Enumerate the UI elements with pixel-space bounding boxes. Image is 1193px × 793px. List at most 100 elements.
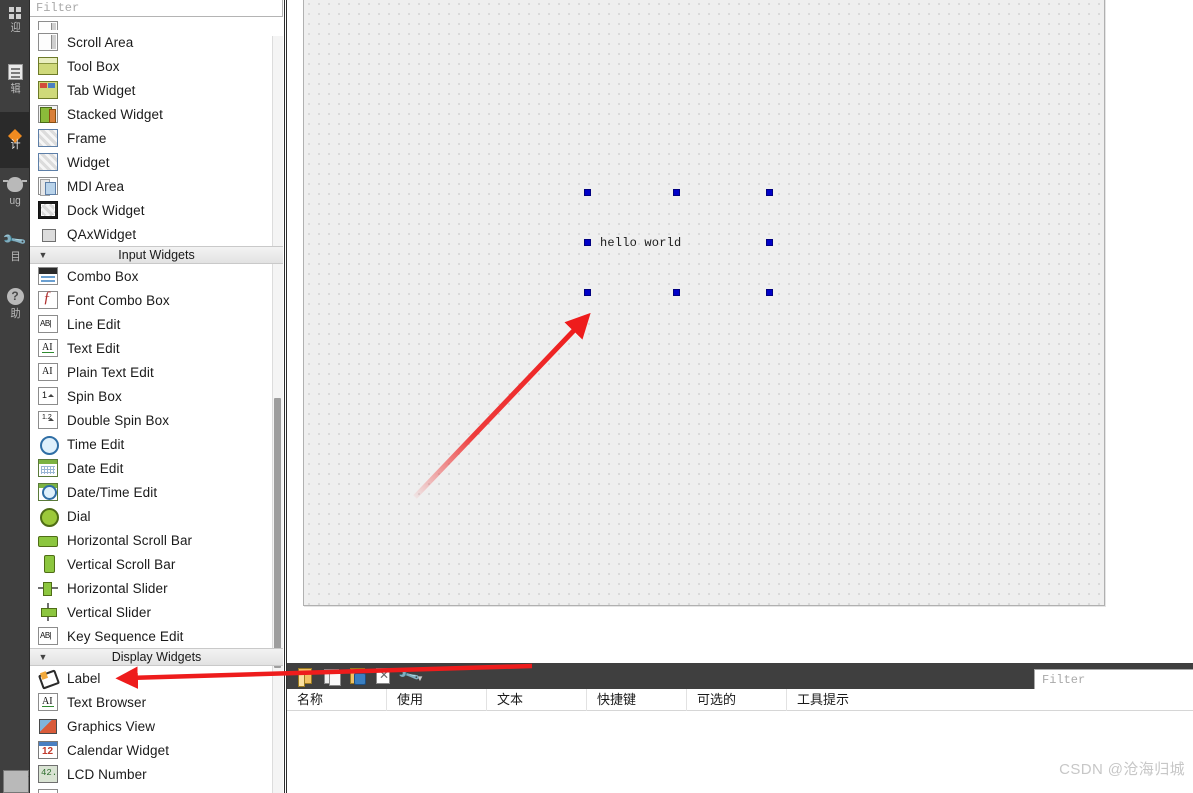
widget-box-item-tab-widget[interactable]: Tab Widget xyxy=(30,78,283,102)
selection-handle-bottom-right[interactable] xyxy=(766,289,773,296)
calendar-widget-icon xyxy=(38,741,58,759)
horizontal-slider-icon xyxy=(38,579,58,597)
widget-box-item-font-combo-box[interactable]: Font Combo Box xyxy=(30,288,283,312)
widget-box-item-label: Text Browser xyxy=(67,694,147,710)
mode-button-help[interactable]: ? 助 xyxy=(0,280,30,336)
widget-box-item-qaxwidget[interactable]: QAxWidget xyxy=(30,222,283,246)
help-icon: ? xyxy=(6,288,24,305)
widget-box-item-scroll-area[interactable]: Scroll Area xyxy=(30,30,283,54)
selection-handle-top-right[interactable] xyxy=(766,189,773,196)
column-header-tooltip[interactable]: 工具提示 xyxy=(787,689,1037,711)
widget-box-item-widget[interactable]: Widget xyxy=(30,150,283,174)
widget-box-item-date-edit[interactable]: Date Edit xyxy=(30,456,283,480)
widget-box-item-horizontal-scroll-bar[interactable]: Horizontal Scroll Bar xyxy=(30,528,283,552)
widget-box-item-graphics-view[interactable]: Graphics View xyxy=(30,714,283,738)
widget-box-item-double-spin-box[interactable]: Double Spin Box xyxy=(30,408,283,432)
widget-box-item-label: Dock Widget xyxy=(67,202,145,218)
widget-box-item-label: MDI Area xyxy=(67,178,125,194)
widget-box-item-lcd-number[interactable]: LCD Number xyxy=(30,762,283,786)
widget-box-item-label: Calendar Widget xyxy=(67,742,170,758)
widget-box-scrollbar-thumb[interactable] xyxy=(274,398,281,668)
column-header-shortcut[interactable]: 快捷键 xyxy=(587,688,687,711)
qt-designer-window: 迎 辑 计 ug 🔧 目 ? 助 Filter Scroll Area Tool… xyxy=(0,0,1193,793)
mode-button-projects[interactable]: 🔧 目 xyxy=(0,224,30,280)
widget-box-group-display-widgets[interactable]: ▼ Display Widgets xyxy=(30,648,283,666)
widget-box-item-label: Line Edit xyxy=(67,316,121,332)
delete-action-button[interactable] xyxy=(371,665,395,687)
widget-box-item-horizontal-slider[interactable]: Horizontal Slider xyxy=(30,576,283,600)
action-editor-filter-input[interactable]: Filter xyxy=(1034,669,1193,691)
view-settings-button[interactable]: 🔧 ▼ xyxy=(396,663,427,688)
widget-box-item-calendar-widget[interactable]: Calendar Widget xyxy=(30,738,283,762)
grid-icon xyxy=(9,7,21,19)
selection-handle-middle-right[interactable] xyxy=(766,239,773,246)
new-action-icon xyxy=(298,668,312,687)
mode-button-welcome[interactable]: 迎 xyxy=(0,0,30,56)
column-header-text[interactable]: 文本 xyxy=(487,688,587,711)
form-editor-area: hello world xyxy=(286,0,1193,659)
widget-box-item-spin-box[interactable]: Spin Box xyxy=(30,384,283,408)
widget-box-item-label: Vertical Slider xyxy=(67,604,152,620)
stray-widget-fragment xyxy=(3,770,29,793)
time-edit-icon xyxy=(38,435,59,455)
widget-box-group-input-widgets[interactable]: ▼ Input Widgets xyxy=(30,246,283,264)
text-edit-icon xyxy=(38,339,58,357)
date-time-edit-icon xyxy=(38,483,58,501)
column-header-checkable[interactable]: 可选的 xyxy=(687,688,787,711)
form-canvas[interactable]: hello world xyxy=(303,0,1105,606)
widget-box-item-label: Scroll Area xyxy=(67,34,134,50)
wrench-icon: 🔧 xyxy=(1,227,28,254)
edit-action-button[interactable] xyxy=(345,665,369,687)
widget-box-item-frame[interactable]: Frame xyxy=(30,126,283,150)
widget-box-item-plain-text-edit[interactable]: Plain Text Edit xyxy=(30,360,283,384)
widget-box-item-text-browser[interactable]: Text Browser xyxy=(30,690,283,714)
widget-box-item-mdi-area[interactable]: MDI Area xyxy=(30,174,283,198)
form-label-hello-world[interactable]: hello world xyxy=(600,236,681,250)
selection-handle-middle-left[interactable] xyxy=(584,239,591,246)
selection-handle-top-left[interactable] xyxy=(584,189,591,196)
widget-box-item-combo-box[interactable]: Combo Box xyxy=(30,264,283,288)
widget-box-item-dial[interactable]: Dial xyxy=(30,504,283,528)
widget-box-item-key-sequence-edit[interactable]: Key Sequence Edit xyxy=(30,624,283,648)
widget-box-item-vertical-scroll-bar[interactable]: Vertical Scroll Bar xyxy=(30,552,283,576)
widget-box-item-label: LCD Number xyxy=(67,766,147,782)
widget-box-item-date-time-edit[interactable]: Date/Time Edit xyxy=(30,480,283,504)
mode-button-design[interactable]: 计 xyxy=(0,112,30,168)
action-editor-rows[interactable] xyxy=(287,711,1193,793)
widget-box-item-label: Time Edit xyxy=(67,436,125,452)
widget-box-item-label: Stacked Widget xyxy=(67,106,163,122)
widget-box-item-text-edit[interactable]: Text Edit xyxy=(30,336,283,360)
tool-box-icon xyxy=(38,57,58,75)
widget-box-filter-input[interactable]: Filter xyxy=(30,0,283,17)
widget-box-filter-placeholder: Filter xyxy=(36,1,80,15)
widget-box-item-tool-box[interactable]: Tool Box xyxy=(30,54,283,78)
mode-button-label: 迎 xyxy=(9,22,21,34)
widget-box-list[interactable]: Scroll Area Tool Box Tab Widget Stacked … xyxy=(30,18,283,793)
selection-handle-bottom-center[interactable] xyxy=(673,289,680,296)
widget-box-item-vertical-slider[interactable]: Vertical Slider xyxy=(30,600,283,624)
widget-icon xyxy=(38,153,58,171)
action-editor-panel: 🔧 ▼ Filter 名称 使用 文本 快捷键 可选的 工具提示 xyxy=(286,659,1193,793)
new-action-button[interactable] xyxy=(293,665,317,687)
widget-box-group-label: Input Widgets xyxy=(118,248,195,262)
widget-box-item-time-edit[interactable]: Time Edit xyxy=(30,432,283,456)
copy-action-button[interactable] xyxy=(319,665,343,687)
settings-wrench-icon: 🔧 xyxy=(396,663,422,688)
widget-box-item-stacked-widget[interactable]: Stacked Widget xyxy=(30,102,283,126)
widget-box-item-dock-widget[interactable]: Dock Widget xyxy=(30,198,283,222)
selection-handle-top-center[interactable] xyxy=(673,189,680,196)
mode-button-label: 计 xyxy=(9,139,21,151)
widget-box-item-label: Date Edit xyxy=(67,460,124,476)
widget-box-item-progress-bar[interactable]: Progress Bar xyxy=(30,786,283,793)
mode-button-edit[interactable]: 辑 xyxy=(0,56,30,112)
dial-icon xyxy=(38,507,59,527)
column-header-used[interactable]: 使用 xyxy=(387,688,487,711)
widget-box-item-label[interactable]: Label xyxy=(30,666,283,690)
widget-box-scrollbar-track[interactable] xyxy=(272,36,283,793)
column-header-name[interactable]: 名称 xyxy=(287,688,387,711)
widget-box-item-label: Key Sequence Edit xyxy=(67,628,184,644)
graphics-view-icon xyxy=(38,717,58,735)
widget-box-item-line-edit[interactable]: Line Edit xyxy=(30,312,283,336)
selection-handle-bottom-left[interactable] xyxy=(584,289,591,296)
mode-button-debug[interactable]: ug xyxy=(0,168,30,224)
